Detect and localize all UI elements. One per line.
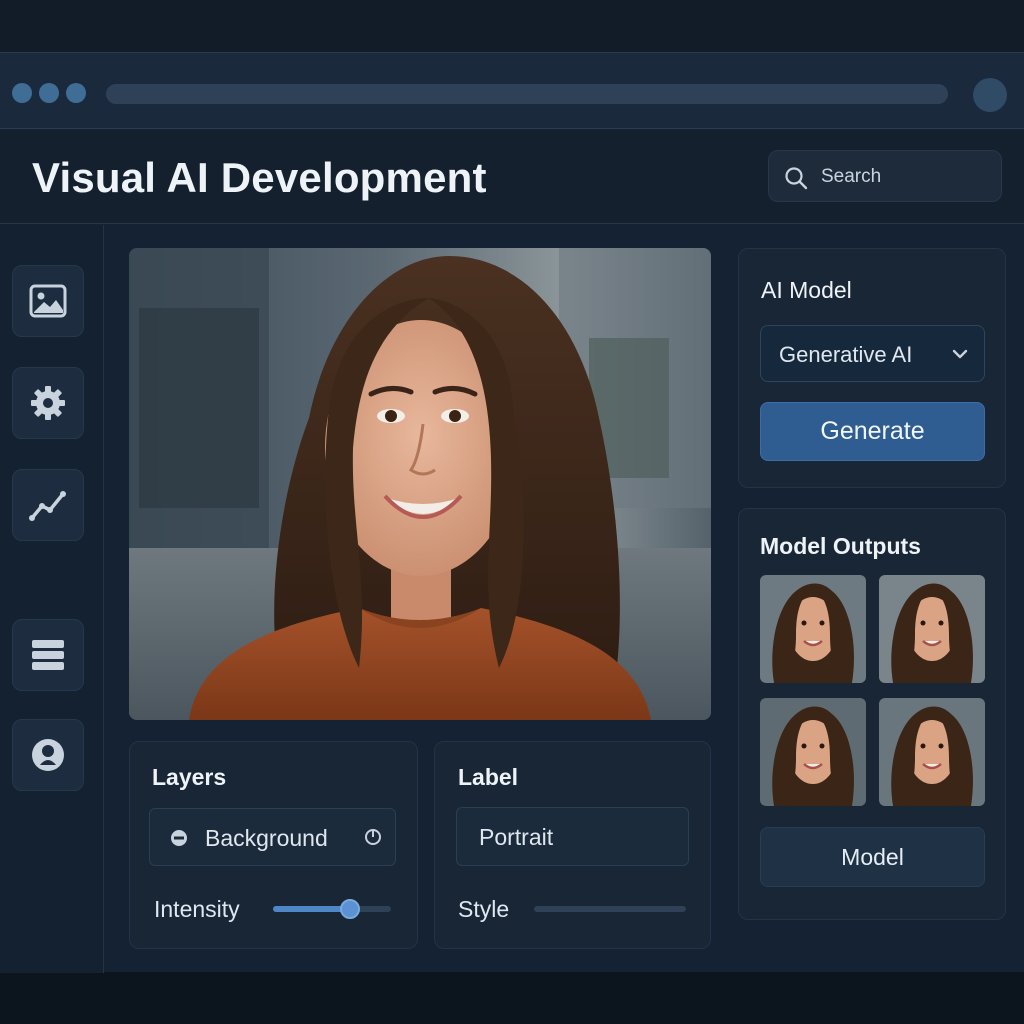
sidebar-item-data[interactable] bbox=[12, 619, 84, 691]
intensity-label: Intensity bbox=[154, 896, 240, 922]
sidebar-item-profile[interactable] bbox=[12, 719, 84, 791]
database-icon bbox=[32, 640, 64, 670]
page-header: Visual AI Development Search bbox=[0, 130, 1024, 224]
label-value: Portrait bbox=[479, 824, 554, 850]
window-maximize-dot[interactable] bbox=[66, 83, 86, 103]
output-thumbnail[interactable] bbox=[760, 698, 866, 806]
image-icon bbox=[29, 284, 67, 318]
search-placeholder: Search bbox=[821, 166, 882, 187]
output-thumbnail[interactable] bbox=[879, 575, 985, 683]
search-input[interactable]: Search bbox=[768, 150, 1002, 202]
style-label: Style bbox=[458, 896, 510, 922]
model-button[interactable]: Model bbox=[760, 827, 985, 887]
ai-model-title: AI Model bbox=[761, 277, 852, 303]
portrait-image bbox=[129, 248, 711, 720]
layer-item-background[interactable]: Background bbox=[149, 808, 396, 866]
output-image bbox=[760, 575, 866, 683]
desktop-backdrop-top bbox=[0, 0, 1024, 52]
sidebar-item-analytics[interactable] bbox=[12, 469, 84, 541]
model-outputs-title: Model Outputs bbox=[760, 533, 921, 559]
gear-icon bbox=[31, 386, 65, 420]
window-close-dot[interactable] bbox=[12, 83, 32, 103]
layer-name: Background bbox=[205, 825, 328, 851]
model-select[interactable]: Generative AI bbox=[760, 325, 985, 382]
search-icon bbox=[785, 167, 808, 190]
sidebar-item-settings[interactable] bbox=[12, 367, 84, 439]
model-select-value: Generative AI bbox=[779, 342, 913, 367]
label-input[interactable]: Portrait bbox=[456, 807, 689, 866]
user-icon bbox=[32, 739, 64, 771]
layers-title: Layers bbox=[152, 764, 227, 790]
window-chrome bbox=[0, 53, 1024, 129]
app-window: Visual AI Development Search AI Model Ge… bbox=[0, 52, 1024, 973]
image-preview[interactable] bbox=[129, 248, 711, 720]
layer-options-icon[interactable] bbox=[364, 828, 382, 846]
intensity-slider-fill bbox=[273, 906, 350, 912]
output-thumbnail[interactable] bbox=[879, 698, 985, 806]
profile-avatar[interactable] bbox=[973, 78, 1007, 112]
page-title: Visual AI Development bbox=[32, 154, 487, 201]
sidebar-item-images[interactable] bbox=[12, 265, 84, 337]
label-title: Label bbox=[458, 764, 519, 790]
chevron-down-icon bbox=[952, 349, 968, 359]
output-image bbox=[879, 698, 985, 806]
generate-button[interactable]: Generate bbox=[760, 402, 985, 461]
sidebar bbox=[0, 225, 104, 973]
output-image bbox=[879, 575, 985, 683]
output-thumbnail[interactable] bbox=[760, 575, 866, 683]
line-chart-icon bbox=[29, 491, 66, 521]
address-bar[interactable] bbox=[106, 84, 948, 104]
style-slider-track[interactable] bbox=[534, 906, 686, 912]
desktop-backdrop-bottom bbox=[0, 972, 1024, 1024]
intensity-slider-handle[interactable] bbox=[339, 899, 360, 919]
layer-visibility-icon[interactable] bbox=[170, 829, 188, 847]
output-image bbox=[760, 698, 866, 806]
window-minimize-dot[interactable] bbox=[39, 83, 59, 103]
